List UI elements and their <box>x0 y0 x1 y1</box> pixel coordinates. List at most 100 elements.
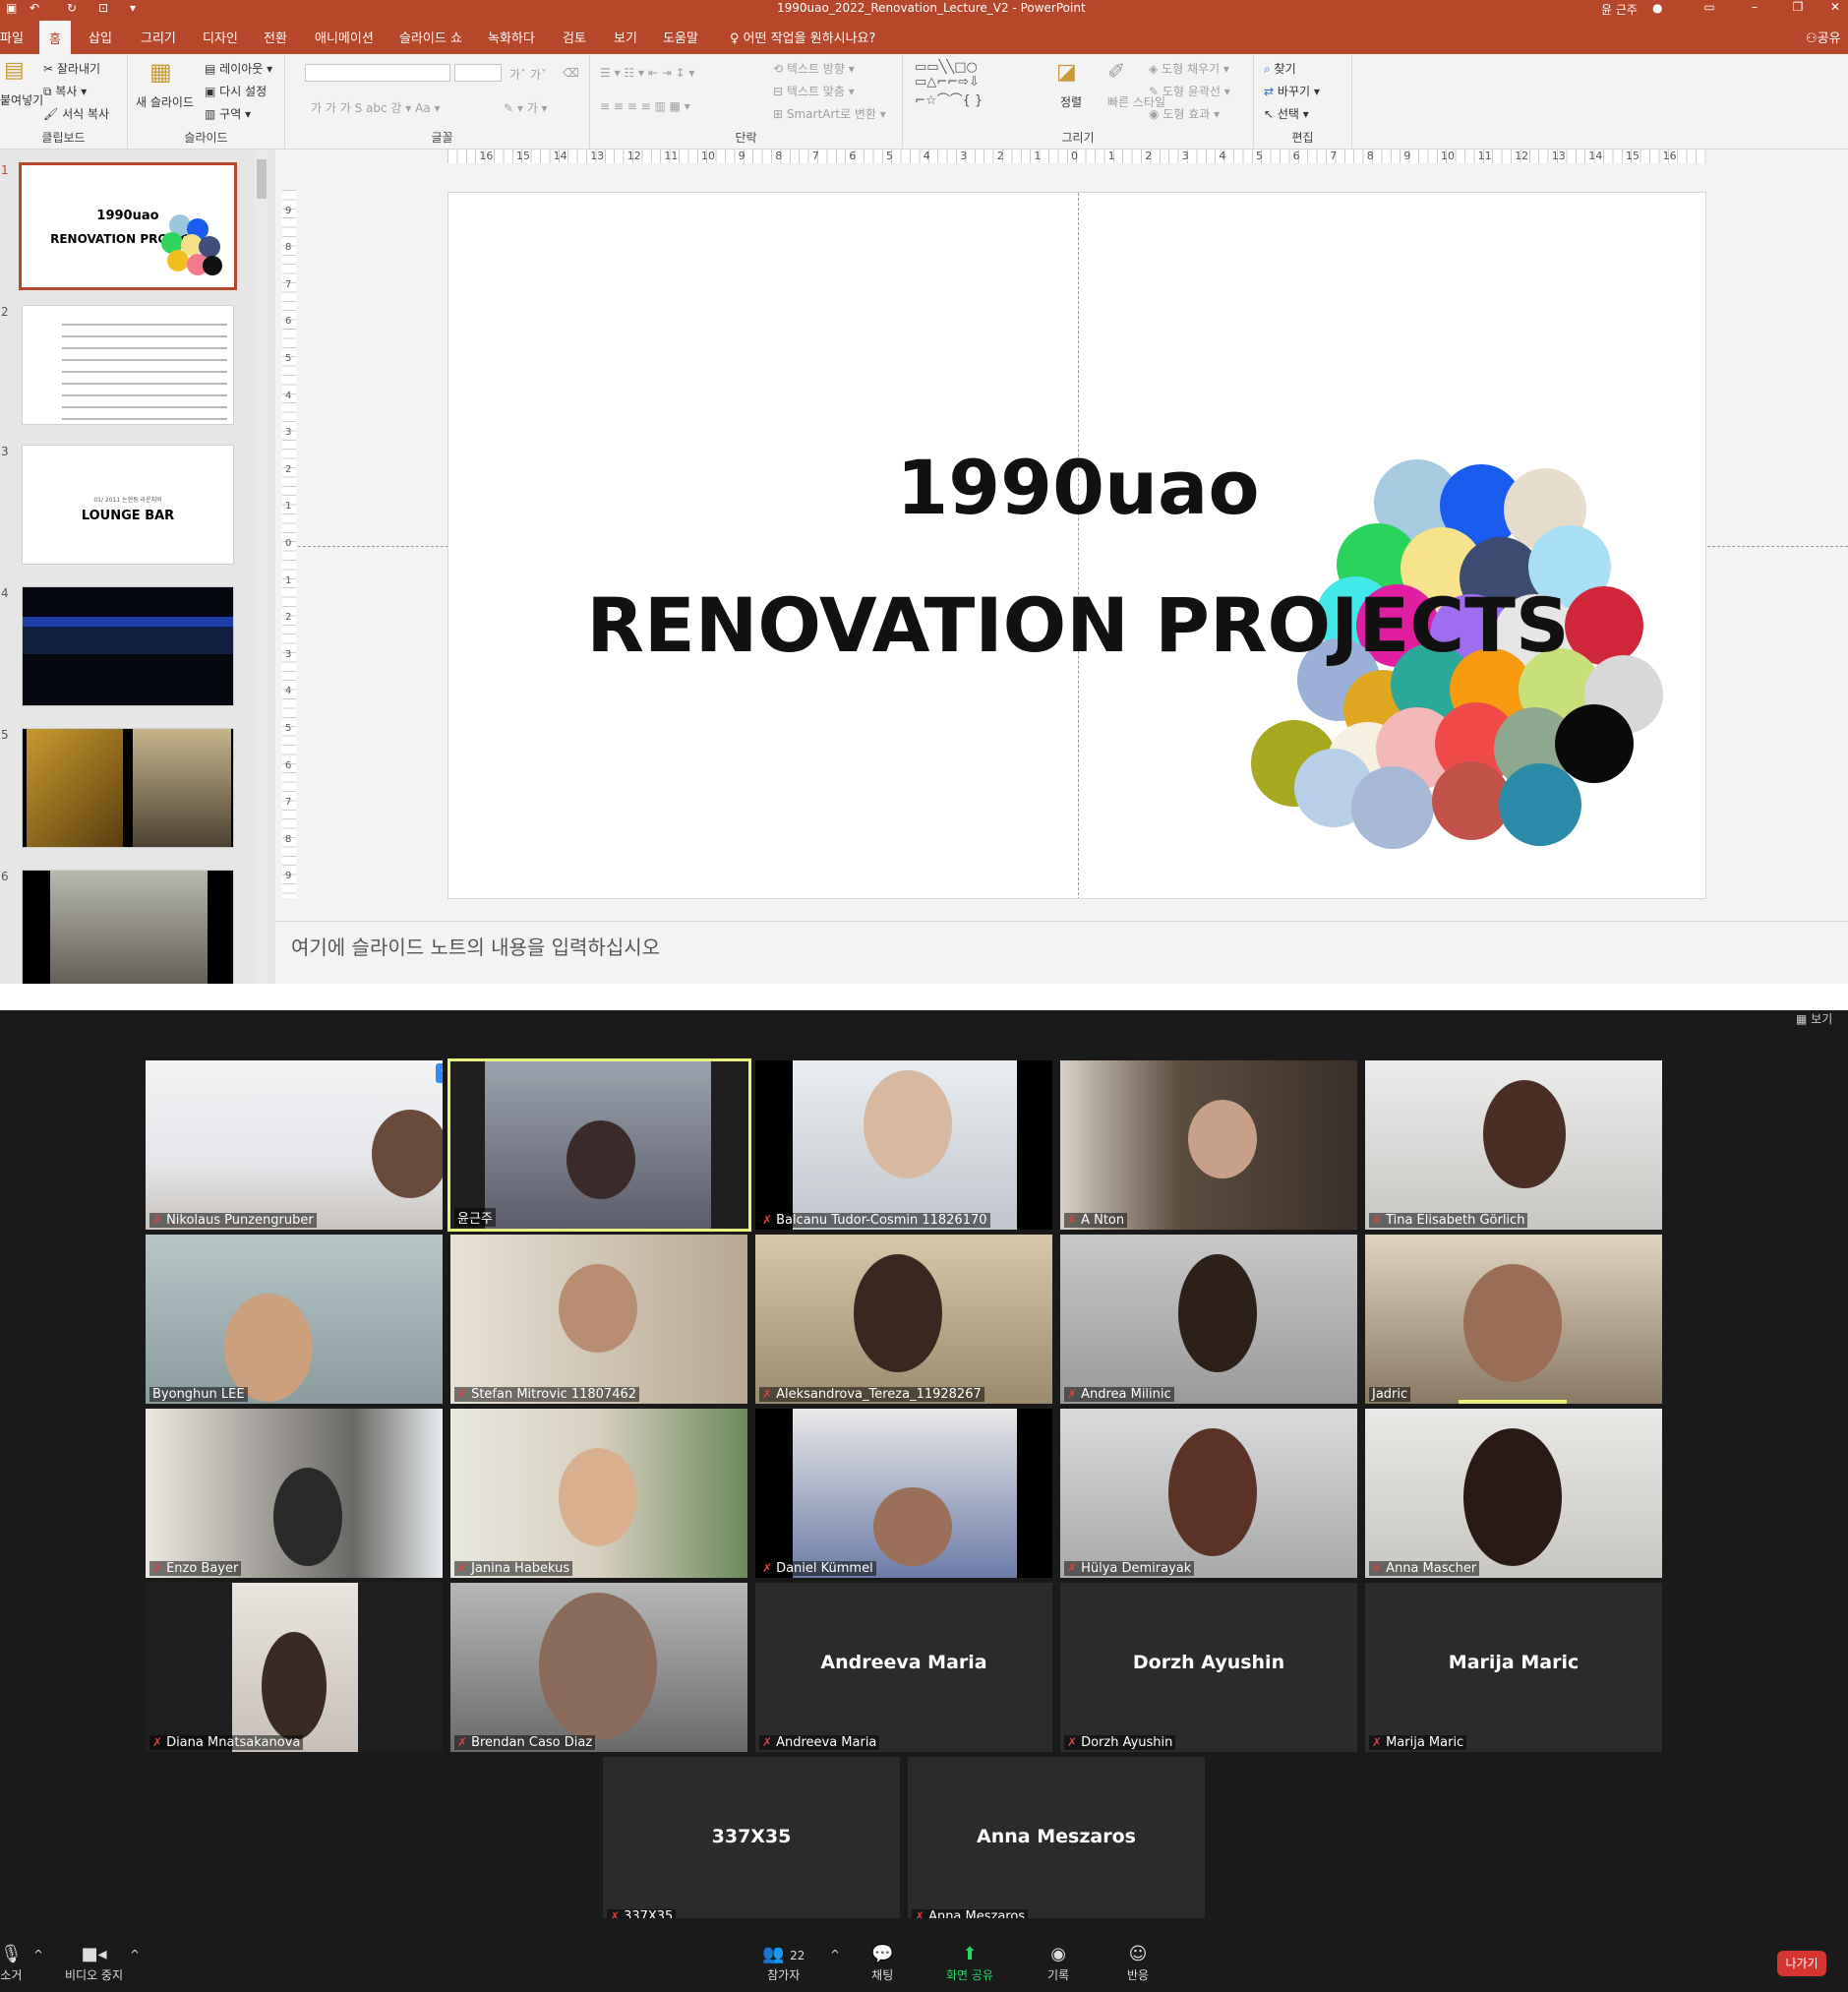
customize-quick-access-icon[interactable]: ▾ <box>130 1 136 15</box>
undo-icon[interactable]: ↶ <box>30 1 39 15</box>
video-tile-active-speaker[interactable]: 윤근주 <box>447 1058 751 1232</box>
tab-design[interactable]: 디자인 <box>203 28 238 46</box>
video-tile[interactable]: ✗ Aleksandrova_Tereza_11928267 <box>755 1235 1052 1404</box>
video-tile[interactable]: ✗ Daniel Kümmel <box>755 1409 1052 1578</box>
video-tile[interactable]: ✗ Tina Elisabeth Görlich <box>1365 1060 1662 1230</box>
video-tile[interactable]: ✗ Enzo Bayer <box>146 1409 443 1578</box>
share-button[interactable]: ⚇공유 <box>1806 28 1841 46</box>
tab-slideshow[interactable]: 슬라이드 쇼 <box>399 28 462 46</box>
video-tile[interactable]: ✗ Stefan Mitrovic 11807462 <box>450 1235 747 1404</box>
select-button[interactable]: ↖ 선택 ▾ <box>1264 105 1309 122</box>
list-icons[interactable]: ☰ ▾ ☷ ▾ ⇤ ⇥ ↕ ▾ <box>600 66 694 80</box>
shape-effects-button[interactable]: ◉ 도형 효과 ▾ <box>1149 105 1220 122</box>
save-icon[interactable]: ▣ <box>6 1 17 15</box>
tab-insert[interactable]: 삽입 <box>89 28 112 46</box>
tell-me-box[interactable]: ♀ 어떤 작업을 원하시나요? <box>730 28 875 46</box>
new-slide-icon[interactable]: ▦ <box>149 58 172 86</box>
video-tile[interactable]: ✗ Brendan Caso Diaz <box>450 1583 747 1752</box>
clear-format-icon[interactable]: ⌫ <box>563 66 579 80</box>
align-icons[interactable]: ≡ ≡ ≡ ≡ ▥ ▦ ▾ <box>600 99 690 113</box>
chat-button[interactable]: 💬 채팅 <box>871 1944 893 1983</box>
participants-options-caret[interactable]: ^ <box>830 1948 840 1962</box>
new-slide-button[interactable]: 새 슬라이드 <box>136 93 194 110</box>
tab-draw[interactable]: 그리기 <box>141 28 176 46</box>
font-color-icons[interactable]: ✎ ▾ 가 ▾ <box>504 99 548 116</box>
gallery-view-icon[interactable]: ▦ 보기 <box>1796 1010 1832 1027</box>
close-icon[interactable]: ✕ <box>1816 0 1848 14</box>
shape-fill-button[interactable]: ◈ 도형 채우기 ▾ <box>1149 60 1229 77</box>
video-tile[interactable]: ✗ Hülya Demirayak <box>1060 1409 1357 1578</box>
tab-file[interactable]: 파일 <box>0 28 24 46</box>
arrange-button[interactable]: 정렬 <box>1060 93 1082 110</box>
tab-animations[interactable]: 애니메이션 <box>315 28 374 46</box>
record-button[interactable]: ◉ 기록 <box>1047 1944 1069 1983</box>
font-size-dropdown[interactable] <box>454 64 502 82</box>
reset-button[interactable]: ▣ 다시 설정 <box>205 83 267 99</box>
font-format-icons[interactable]: 가 가 가 S abc 강 ▾ Aa ▾ <box>311 99 440 116</box>
slide-thumbnail-2[interactable] <box>22 305 234 425</box>
stop-video-button[interactable]: ■◂ 비디오 중지 <box>65 1944 123 1983</box>
leave-button[interactable]: 나가기 <box>1777 1951 1826 1976</box>
tab-home[interactable]: 홈 <box>39 21 71 54</box>
more-options-icon[interactable]: ⋯ <box>436 1063 443 1083</box>
ribbon-display-icon[interactable]: ▭ <box>1690 0 1729 14</box>
replace-button[interactable]: ⇄ 바꾸기 ▾ <box>1264 83 1320 99</box>
tab-review[interactable]: 검토 <box>563 28 586 46</box>
slide-title-line2[interactable]: RENOVATION PROJECTS <box>448 581 1705 669</box>
reactions-button[interactable]: ☺ 반응 <box>1127 1944 1149 1983</box>
video-tile-off[interactable]: 337X35 ✗ 337X35 <box>603 1757 900 1926</box>
shape-outline-button[interactable]: ✎ 도형 윤곽선 ▾ <box>1149 83 1230 99</box>
slide-thumbnail-4[interactable] <box>22 586 234 706</box>
redo-icon[interactable]: ↻ <box>67 1 77 15</box>
video-tile[interactable]: Byonghun LEE <box>146 1235 443 1404</box>
video-tile-off[interactable]: Marija Maric ✗ Marija Maric <box>1365 1583 1662 1752</box>
video-tile[interactable]: ⋯ ✗Nikolaus Punzengruber <box>146 1060 443 1230</box>
present-icon[interactable]: ⊡ <box>98 1 108 15</box>
video-tile-off[interactable]: Anna Meszaros ✗ Anna Meszaros <box>908 1757 1205 1926</box>
font-name-dropdown[interactable] <box>305 64 450 82</box>
text-direction-button[interactable]: ⟲ 텍스트 방향 ▾ <box>773 60 855 77</box>
copy-button[interactable]: ⧉ 복사 ▾ <box>43 83 87 99</box>
tab-record[interactable]: 녹화하다 <box>488 28 535 46</box>
video-tile[interactable]: ✗ Anna Mascher <box>1365 1409 1662 1578</box>
audio-options-caret[interactable]: ^ <box>33 1948 43 1962</box>
smartart-button[interactable]: ⊞ SmartArt로 변환 ▾ <box>773 105 886 122</box>
quick-styles-icon[interactable]: ✐ <box>1107 60 1125 85</box>
cut-button[interactable]: ✂ 잘라내기 <box>43 60 100 77</box>
font-grow-icon[interactable]: 가ˆ 가ˇ <box>509 66 547 83</box>
video-tile[interactable]: ✗ A Nton <box>1060 1060 1357 1230</box>
restore-icon[interactable]: ❐ <box>1778 0 1818 14</box>
mute-button[interactable]: 🎙 소거 <box>0 1944 23 1983</box>
find-button[interactable]: ⌕ 찾기 <box>1264 60 1296 77</box>
scroll-thumb[interactable] <box>257 159 267 199</box>
format-painter-button[interactable]: 🖌 서식 복사 <box>43 105 109 122</box>
video-tile-off[interactable]: Andreeva Maria ✗ Andreeva Maria <box>755 1583 1052 1752</box>
paste-button[interactable]: 붙여넣기 <box>0 91 43 108</box>
slide-title-line1[interactable]: 1990uao <box>448 444 1705 531</box>
user-name[interactable]: 윤 근주 <box>1601 1 1638 18</box>
thumbnail-scrollbar[interactable] <box>255 150 268 984</box>
layout-button[interactable]: ▤ 레이아웃 ▾ <box>205 60 272 77</box>
slide-thumbnail-5[interactable] <box>22 728 234 848</box>
paste-icon[interactable]: ▤ <box>4 58 25 83</box>
video-tile[interactable]: ✗ Balcanu Tudor-Cosmin 11826170 <box>755 1060 1052 1230</box>
share-screen-button[interactable]: ⬆ 화면 공유 <box>946 1944 993 1983</box>
minimize-icon[interactable]: – <box>1735 0 1774 14</box>
align-text-button[interactable]: ⊟ 텍스트 맞춤 ▾ <box>773 83 855 99</box>
arrange-icon[interactable]: ◪ <box>1056 60 1077 85</box>
slide-thumbnail-1[interactable]: 1990uao RENOVATION PROJECTS <box>19 162 237 290</box>
video-tile-off[interactable]: Dorzh Ayushin ✗ Dorzh Ayushin <box>1060 1583 1357 1752</box>
avatar[interactable]: ● <box>1652 1 1662 15</box>
tab-help[interactable]: 도움말 <box>663 28 698 46</box>
section-button[interactable]: ▥ 구역 ▾ <box>205 105 251 122</box>
participants-button[interactable]: 👥 22 참가자 <box>762 1944 805 1983</box>
slide-canvas[interactable]: 1990uao RENOVATION PROJECTS <box>447 192 1706 899</box>
video-options-caret[interactable]: ^ <box>130 1948 140 1962</box>
slide-thumbnail-6[interactable] <box>22 870 234 984</box>
video-tile[interactable]: ✗ Diana Mnatsakanova <box>146 1583 443 1752</box>
tab-transitions[interactable]: 전환 <box>264 28 287 46</box>
video-tile[interactable]: ✗ Janina Habekus <box>450 1409 747 1578</box>
notes-pane[interactable]: 여기에 슬라이드 노트의 내용을 입력하십시오 <box>275 921 1848 984</box>
video-tile[interactable]: ✗ Andrea Milinic <box>1060 1235 1357 1404</box>
tab-view[interactable]: 보기 <box>614 28 637 46</box>
